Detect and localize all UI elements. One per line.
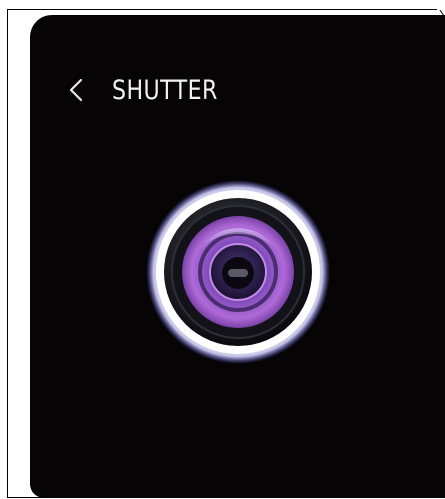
chevron-left-icon bbox=[69, 78, 83, 102]
shutter-button[interactable] bbox=[145, 179, 331, 365]
page-title: SHUTTER bbox=[112, 74, 218, 106]
back-button[interactable] bbox=[68, 72, 94, 108]
corner-mark bbox=[439, 9, 445, 30]
screen-header: SHUTTER bbox=[68, 70, 241, 110]
camera-lens-icon bbox=[146, 180, 330, 364]
watch-screen: SHUTTER bbox=[30, 15, 445, 498]
